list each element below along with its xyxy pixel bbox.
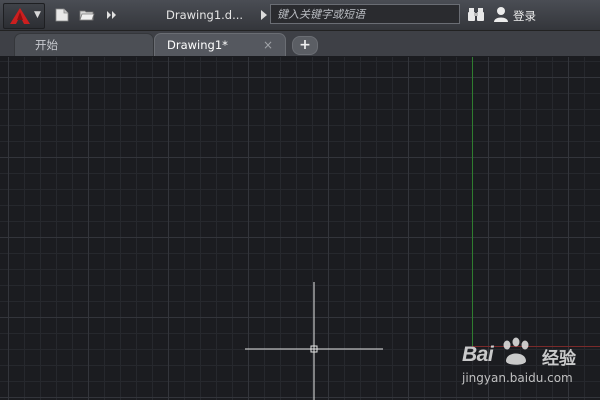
paw-logo-icon <box>503 337 529 365</box>
open-file-button[interactable] <box>79 7 95 23</box>
more-tools-button[interactable] <box>103 7 119 23</box>
tab-label: Drawing1* <box>167 38 228 52</box>
document-title: Drawing1.d... <box>166 8 244 22</box>
search-expand-icon[interactable] <box>261 10 267 20</box>
watermark-brand: Bai <box>462 343 494 366</box>
user-icon[interactable] <box>493 6 509 23</box>
application-menu-button[interactable]: ▼ <box>3 3 45 29</box>
chevron-down-icon: ▼ <box>34 10 41 20</box>
tab-start[interactable]: 开始 <box>14 33 154 56</box>
watermark-url: jingyan.baidu.com <box>462 371 573 385</box>
watermark: Bai 经验 jingyan.baidu.com <box>456 335 596 395</box>
login-link[interactable]: 登录 <box>513 8 536 24</box>
new-tab-button[interactable]: + <box>292 36 318 55</box>
app-logo-icon <box>10 8 30 24</box>
drawing-canvas[interactable]: Bai 经验 jingyan.baidu.com <box>0 57 600 400</box>
file-tab-strip: 开始 Drawing1* × + <box>0 31 600 56</box>
watermark-brand-suffix: 经验 <box>542 349 576 369</box>
search-input[interactable] <box>270 4 460 24</box>
tab-drawing1[interactable]: Drawing1* × <box>154 33 286 56</box>
title-bar: ▼ Drawing1.d... 登录 <box>0 0 600 31</box>
tab-label: 开始 <box>35 38 58 52</box>
open-folder-icon <box>79 10 95 21</box>
new-file-button[interactable] <box>54 7 70 23</box>
binoculars-icon[interactable] <box>468 7 484 22</box>
close-icon[interactable]: × <box>263 34 273 56</box>
more-icon <box>107 11 116 19</box>
new-file-icon <box>55 8 69 22</box>
